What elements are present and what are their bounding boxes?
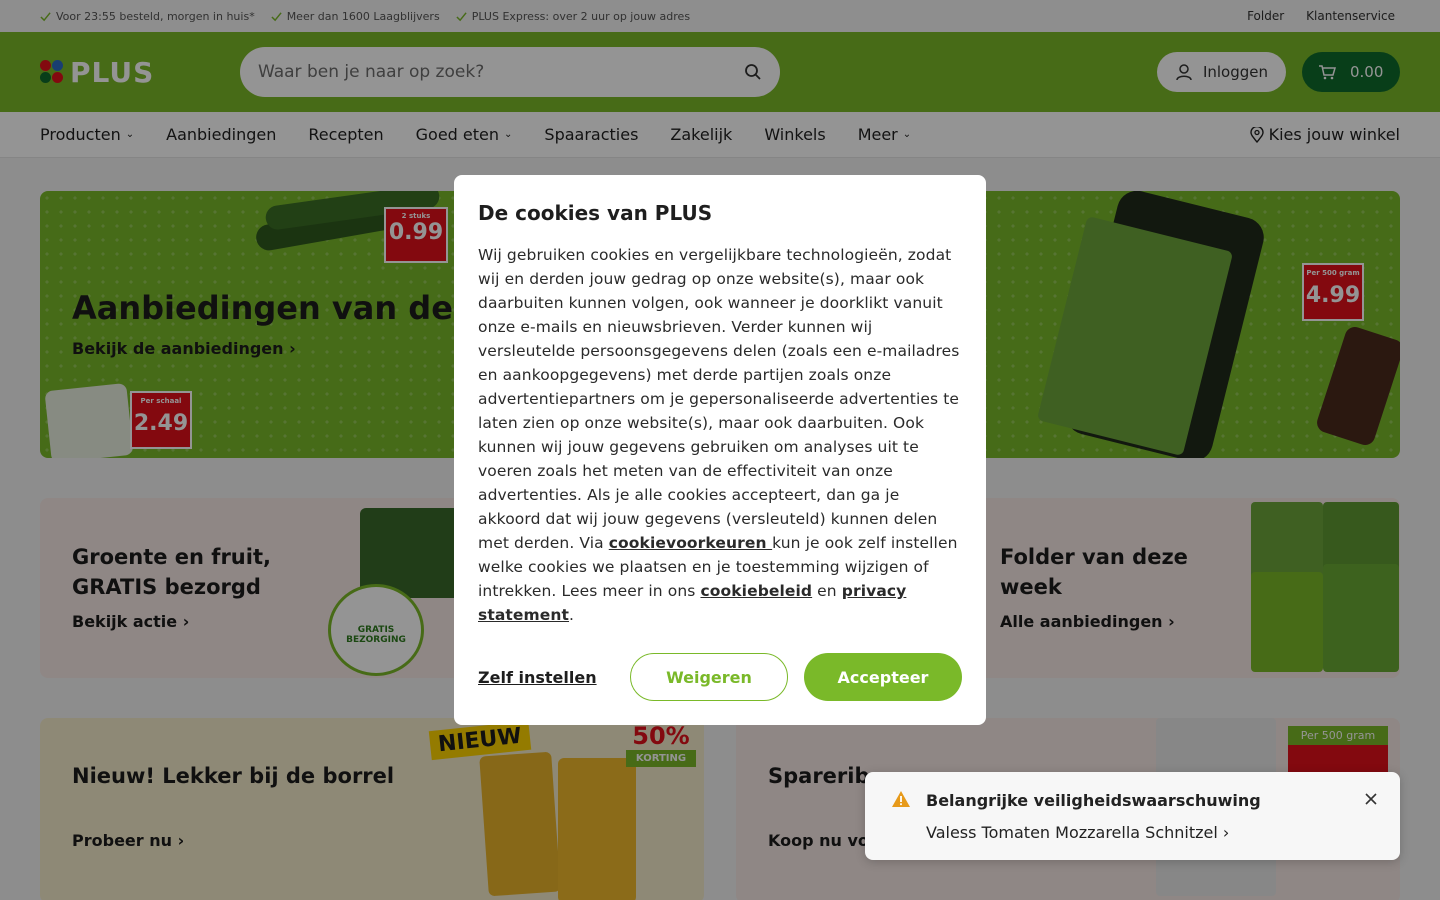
modal-title: De cookies van PLUS	[478, 201, 713, 225]
modal-body: Wij gebruiken cookies en vergelijkbare t…	[478, 243, 962, 627]
cookie-policy-link[interactable]: cookiebeleid	[700, 582, 812, 600]
toast-product-link[interactable]: Valess Tomaten Mozzarella Schnitzel ›	[926, 823, 1229, 842]
modal-actions: Zelf instellen Weigeren Accepteer	[478, 653, 962, 701]
settings-link[interactable]: Zelf instellen	[478, 668, 597, 687]
toast-title: Belangrijke veiligheidswaarschuwing	[926, 791, 1261, 810]
toast-link-label: Valess Tomaten Mozzarella Schnitzel	[926, 823, 1218, 842]
accept-button[interactable]: Accepteer	[804, 653, 962, 701]
warning-icon	[892, 791, 910, 807]
cookie-preferences-link[interactable]: cookievoorkeuren	[609, 534, 772, 552]
reject-button[interactable]: Weigeren	[630, 653, 788, 701]
cookie-consent-modal: De cookies van PLUS Wij gebruiken cookie…	[454, 175, 986, 725]
modal-text: en	[812, 582, 842, 600]
modal-text: Wij gebruiken cookies en vergelijkbare t…	[478, 246, 960, 552]
safety-warning-toast: Belangrijke veiligheidswaarschuwing Vale…	[865, 772, 1400, 860]
chevron-right-icon: ›	[1222, 823, 1230, 842]
modal-text: .	[569, 606, 575, 624]
close-icon[interactable]	[1364, 792, 1378, 806]
